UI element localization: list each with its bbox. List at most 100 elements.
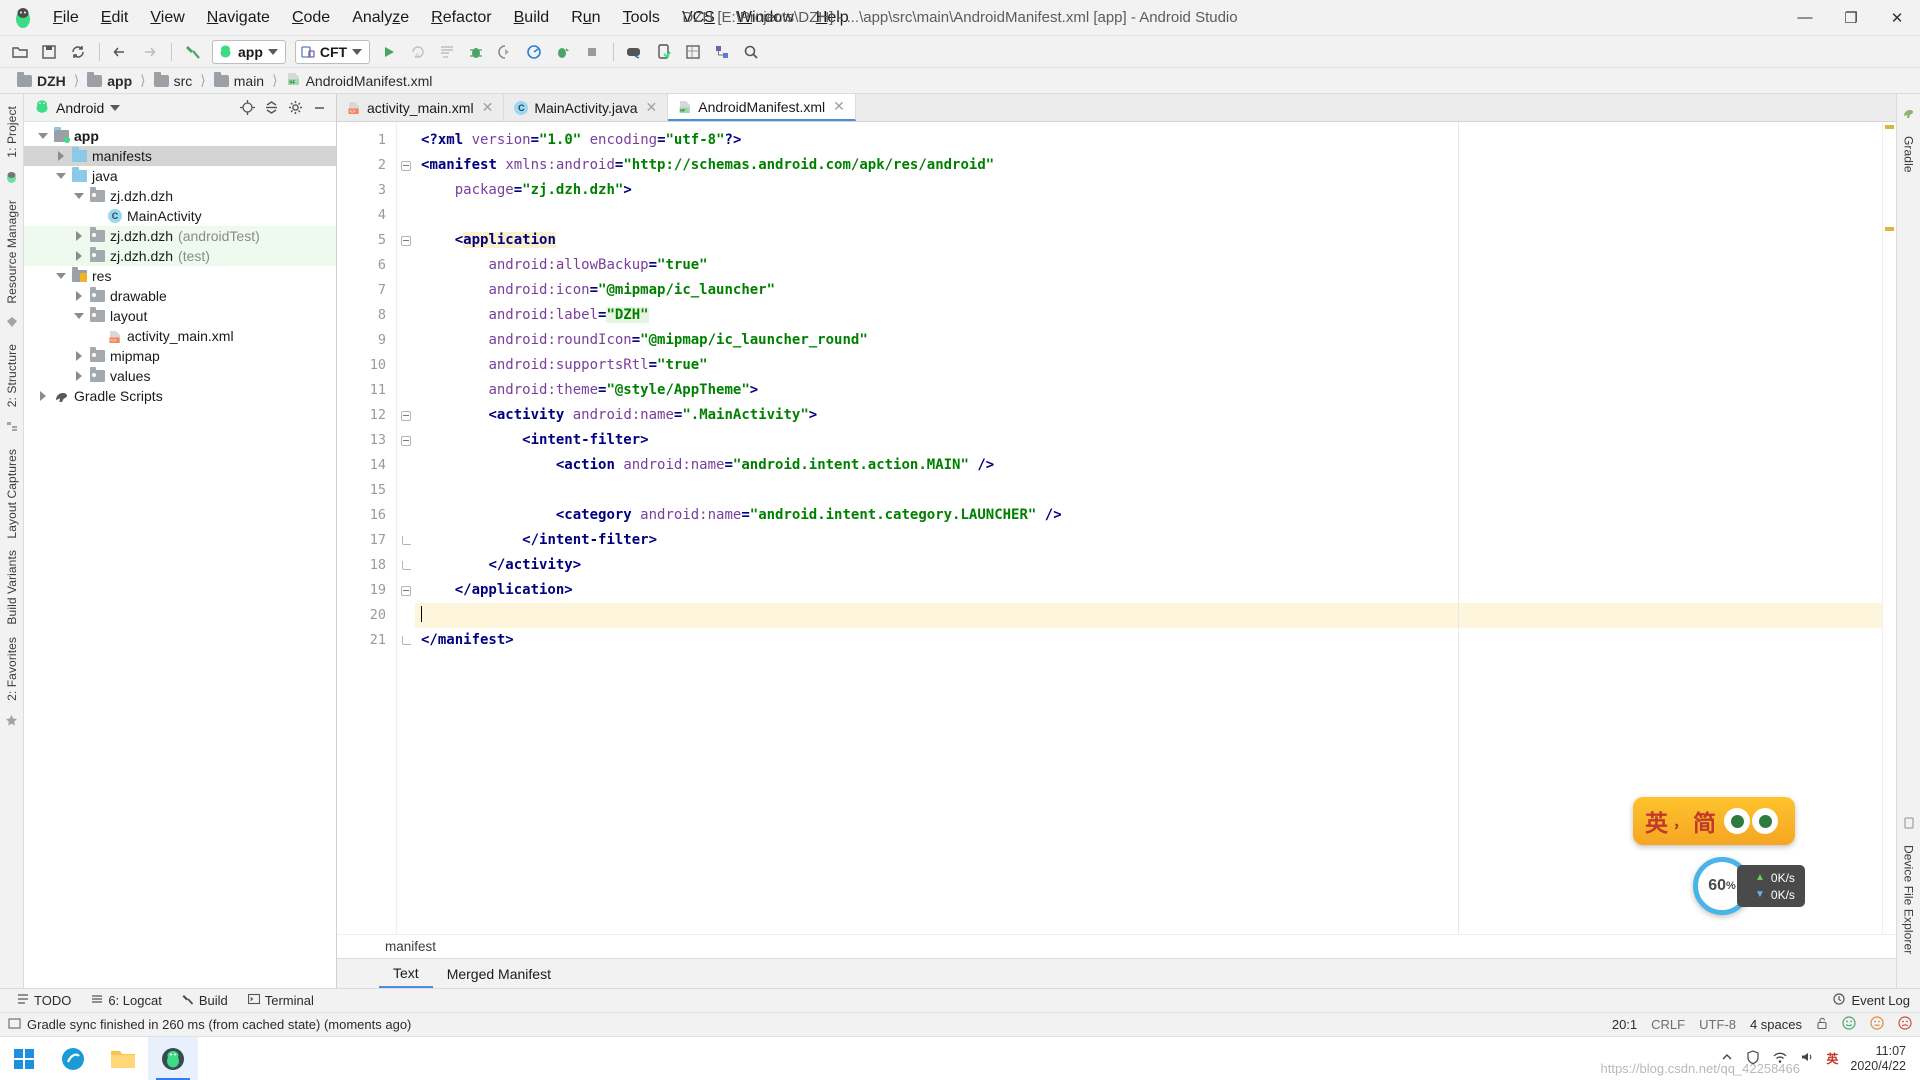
tree-item-zj-dzh-dzh[interactable]: zj.dzh.dzh <box>24 186 336 206</box>
ime-icon[interactable]: 英 <box>1826 1050 1838 1067</box>
rail-item-gradle[interactable]: Gradle <box>1902 130 1916 179</box>
tab-close-icon[interactable]: ✕ <box>644 99 660 116</box>
fold-end-icon[interactable] <box>397 553 415 578</box>
unlocked-icon[interactable] <box>1816 1017 1828 1033</box>
file-encoding[interactable]: UTF-8 <box>1699 1017 1736 1032</box>
tab-close-icon[interactable]: ✕ <box>480 99 496 116</box>
start-button[interactable] <box>0 1037 48 1080</box>
editor-tab-mainactivity-java[interactable]: C MainActivity.java ✕ <box>504 94 669 121</box>
attach-debugger-icon[interactable] <box>491 39 519 65</box>
stop-icon[interactable] <box>578 39 606 65</box>
menu-window[interactable]: Window <box>726 4 805 32</box>
rail-item-favorites[interactable]: 2: Favorites <box>5 631 19 707</box>
code-line-12[interactable]: <activity android:name=".MainActivity"> <box>415 403 1882 428</box>
smiley-neutral-icon[interactable] <box>1870 1016 1884 1033</box>
build-hammer-icon[interactable] <box>179 39 207 65</box>
fold-toggle-icon[interactable] <box>397 428 415 453</box>
run-coverage-icon[interactable] <box>549 39 577 65</box>
breadcrumb-item-project[interactable]: DZH <box>14 71 69 90</box>
tree-item-activity-main-xml[interactable]: <> activity_main.xml <box>24 326 336 346</box>
tree-item-values[interactable]: values <box>24 366 336 386</box>
code-line-3[interactable]: package="zj.dzh.dzh"> <box>415 178 1882 203</box>
twisty-collapsed-icon[interactable] <box>72 371 85 381</box>
twisty-expanded-icon[interactable] <box>36 133 49 139</box>
rail-item-structure[interactable]: 2: Structure <box>5 338 19 413</box>
sync-project-icon[interactable] <box>64 39 92 65</box>
tree-item-app[interactable]: app <box>24 126 336 146</box>
back-icon[interactable] <box>107 39 135 65</box>
fold-gutter[interactable] <box>397 122 415 934</box>
twisty-collapsed-icon[interactable] <box>72 251 85 261</box>
menu-analyze[interactable]: Analyze <box>341 4 420 32</box>
run-icon[interactable] <box>375 39 403 65</box>
menu-run[interactable]: Run <box>560 4 611 32</box>
project-view-selector-label[interactable]: Android <box>56 100 104 116</box>
code-line-4[interactable] <box>415 203 1882 228</box>
locate-icon[interactable] <box>236 97 258 119</box>
tree-item-gradle-scripts[interactable]: Gradle Scripts <box>24 386 336 406</box>
twisty-collapsed-icon[interactable] <box>72 231 85 241</box>
twisty-collapsed-icon[interactable] <box>54 151 67 161</box>
close-button[interactable]: ✕ <box>1874 0 1920 36</box>
code-line-6[interactable]: android:allowBackup="true" <box>415 253 1882 278</box>
event-log-label[interactable]: Event Log <box>1851 993 1910 1008</box>
code-line-16[interactable]: <category android:name="android.intent.c… <box>415 503 1882 528</box>
twisty-expanded-icon[interactable] <box>54 173 67 179</box>
editor-tab-activity-main-xml[interactable]: <> activity_main.xml ✕ <box>337 94 505 121</box>
rail-item-device-file-explorer[interactable]: Device File Explorer <box>1902 839 1916 960</box>
collapse-all-icon[interactable] <box>260 97 282 119</box>
rail-item-resource-manager[interactable]: Resource Manager <box>5 194 19 310</box>
apply-code-changes-icon[interactable] <box>433 39 461 65</box>
device-selector[interactable]: CFT <box>294 39 371 64</box>
code-line-13[interactable]: <intent-filter> <box>415 428 1882 453</box>
code-line-9[interactable]: android:roundIcon="@mipmap/ic_launcher_r… <box>415 328 1882 353</box>
search-icon[interactable] <box>737 39 765 65</box>
fold-toggle-icon[interactable] <box>397 403 415 428</box>
menu-vcs[interactable]: VCS <box>671 4 726 32</box>
sdk-manager-icon[interactable] <box>650 39 678 65</box>
module-selector[interactable]: app <box>212 39 286 64</box>
file-explorer-icon[interactable] <box>98 1037 148 1080</box>
twisty-expanded-icon[interactable] <box>72 193 85 199</box>
menu-view[interactable]: View <box>139 4 195 32</box>
menu-help[interactable]: Help <box>805 4 860 32</box>
code-line-11[interactable]: android:theme="@style/AppTheme"> <box>415 378 1882 403</box>
bottom-tool-terminal[interactable]: Terminal <box>239 991 323 1010</box>
browser-icon[interactable] <box>48 1037 98 1080</box>
network-speed-widget[interactable]: 60% ▲ 0K/s ▼ 0K/s <box>1693 857 1805 915</box>
editor-mode-tab-merged-manifest[interactable]: Merged Manifest <box>433 959 565 988</box>
minimize-button[interactable]: — <box>1782 0 1828 36</box>
twisty-collapsed-icon[interactable] <box>36 391 49 401</box>
apply-changes-icon[interactable]: A <box>404 39 432 65</box>
bottom-tool-todo[interactable]: TODO <box>8 991 80 1010</box>
code-line-17[interactable]: </intent-filter> <box>415 528 1882 553</box>
ime-indicator-widget[interactable]: 英 ， 简 <box>1633 797 1795 845</box>
fold-toggle-icon[interactable] <box>397 578 415 603</box>
code-line-1[interactable]: <?xml version="1.0" encoding="utf-8"?> <box>415 128 1882 153</box>
code-line-5[interactable]: <application <box>415 228 1882 253</box>
breadcrumb-item-src[interactable]: src <box>151 71 196 90</box>
twisty-expanded-icon[interactable] <box>54 273 67 279</box>
tree-item-java[interactable]: java <box>24 166 336 186</box>
hide-icon[interactable] <box>308 97 330 119</box>
fold-toggle-icon[interactable] <box>397 153 415 178</box>
tree-item-layout[interactable]: layout <box>24 306 336 326</box>
fold-end-icon[interactable] <box>397 528 415 553</box>
smiley-sad-icon[interactable] <box>1898 1016 1912 1033</box>
chevron-down-icon-3[interactable] <box>110 104 121 111</box>
rail-item-layout-captures[interactable]: Layout Captures <box>5 443 19 545</box>
taskbar-clock[interactable]: 11:07 2020/4/22 <box>1850 1044 1912 1074</box>
maximize-button[interactable]: ❐ <box>1828 0 1874 36</box>
debug-icon[interactable] <box>462 39 490 65</box>
menu-edit[interactable]: Edit <box>90 4 140 32</box>
layout-inspector-icon[interactable] <box>679 39 707 65</box>
editor-mode-tab-text[interactable]: Text <box>379 959 433 988</box>
volume-icon[interactable] <box>1800 1050 1814 1067</box>
avd-manager-icon[interactable] <box>621 39 649 65</box>
menu-navigate[interactable]: Navigate <box>196 4 281 32</box>
code-line-15[interactable] <box>415 478 1882 503</box>
editor-tab-androidmanifest-xml[interactable]: MF AndroidManifest.xml ✕ <box>668 94 856 121</box>
code-line-20[interactable] <box>415 603 1882 628</box>
tree-item-zj-dzh-dzh[interactable]: zj.dzh.dzh (androidTest) <box>24 226 336 246</box>
tree-item-mipmap[interactable]: mipmap <box>24 346 336 366</box>
